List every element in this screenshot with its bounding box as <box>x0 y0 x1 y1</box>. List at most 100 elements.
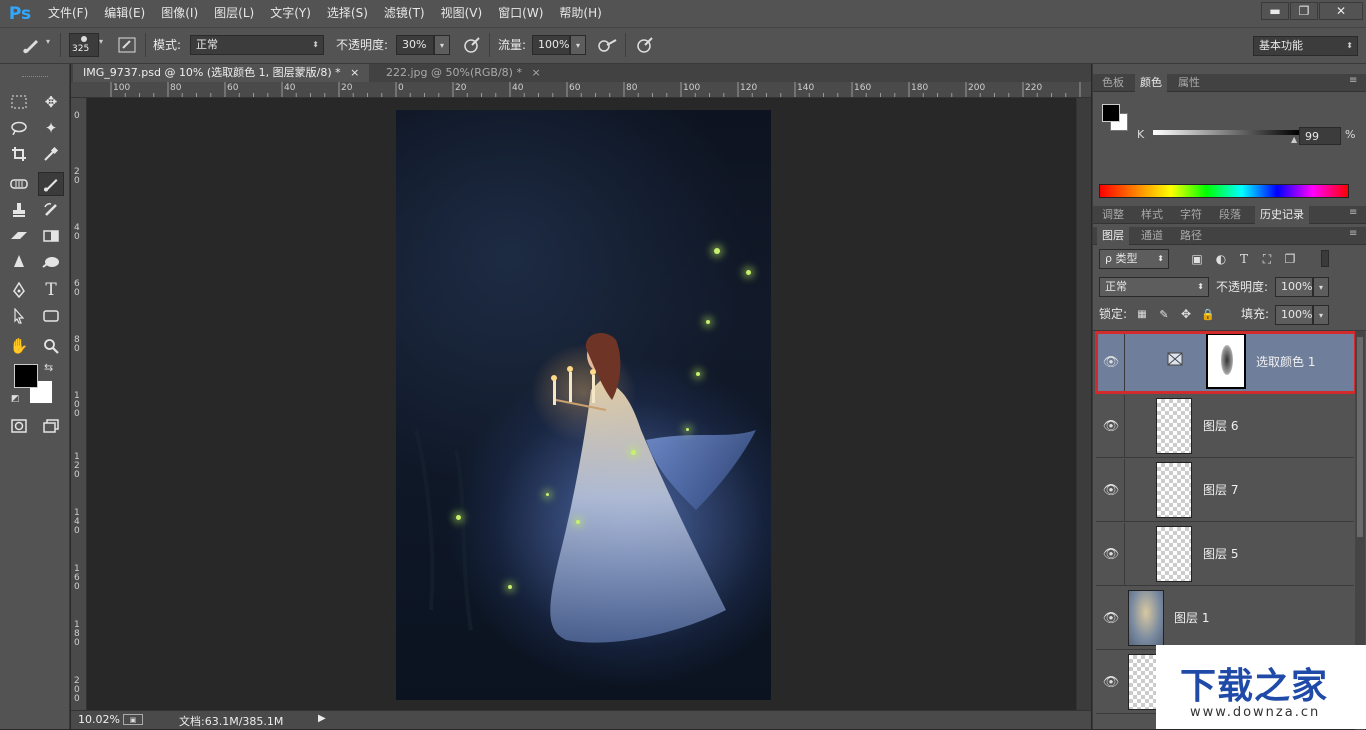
layer-row-selective-color[interactable]: 👁 选取颜色 1 <box>1096 331 1354 394</box>
eraser-tool-icon[interactable] <box>6 224 32 248</box>
layer-mask-thumbnail[interactable] <box>1206 333 1246 389</box>
path-selection-tool-icon[interactable] <box>6 304 32 328</box>
menu-image[interactable]: 图像(I) <box>153 0 206 27</box>
layer-filter-select[interactable]: ρ 类型 ⬍ <box>1099 249 1169 269</box>
k-slider-track[interactable] <box>1153 130 1299 135</box>
visibility-eye-icon[interactable]: 👁 <box>1102 353 1120 371</box>
menu-window[interactable]: 窗口(W) <box>490 0 551 27</box>
tab-properties[interactable]: 属性 <box>1173 74 1205 92</box>
flow-dropdown-button[interactable]: ▾ <box>570 35 586 55</box>
tab-character[interactable]: 字符 <box>1175 206 1207 224</box>
layer-row-5[interactable]: 👁 图层 5 <box>1096 523 1354 586</box>
filter-smartobject-icon[interactable]: ❐ <box>1282 250 1298 268</box>
panel-foreground-swatch[interactable] <box>1102 104 1120 122</box>
workspace-select[interactable]: 基本功能 ⬍ <box>1253 36 1358 56</box>
move-tool-icon[interactable]: ✥ <box>38 90 64 114</box>
color-spectrum-bar[interactable] <box>1099 184 1349 198</box>
visibility-eye-icon[interactable]: 👁 <box>1102 609 1120 627</box>
document-photo[interactable] <box>396 110 771 700</box>
brush-size-picker[interactable]: 325 <box>69 33 99 57</box>
zoom-level[interactable]: 10.02% <box>78 713 120 726</box>
minimize-button[interactable]: ▬ <box>1261 2 1289 20</box>
eyedropper-tool-icon[interactable] <box>38 142 64 166</box>
restore-button[interactable]: ❐ <box>1290 2 1318 20</box>
opacity-input[interactable]: 30% <box>396 35 434 55</box>
brush-preset-icon[interactable] <box>18 34 46 56</box>
default-colors-icon[interactable]: ◩ <box>11 394 20 404</box>
tab-channels[interactable]: 通道 <box>1136 227 1168 245</box>
mode-select[interactable]: 正常 ⬍ <box>190 35 324 55</box>
close-tab-icon[interactable]: × <box>350 66 359 79</box>
status-menu-arrow-icon[interactable]: ▶ <box>318 713 326 724</box>
layer-name[interactable]: 图层 5 <box>1203 545 1238 562</box>
healing-brush-tool-icon[interactable] <box>6 172 32 196</box>
tab-adjustments[interactable]: 调整 <box>1097 206 1129 224</box>
crop-tool-icon[interactable] <box>6 142 32 166</box>
layer-opacity-input[interactable]: 100% <box>1275 277 1313 297</box>
rectangle-tool-icon[interactable] <box>38 304 64 328</box>
filter-adjustment-icon[interactable]: ◐ <box>1213 250 1229 268</box>
tab-color[interactable]: 颜色 <box>1135 74 1167 92</box>
brush-preset-dropdown[interactable]: ▾ <box>46 37 54 51</box>
quick-mask-icon[interactable] <box>6 414 32 438</box>
visibility-eye-icon[interactable]: 👁 <box>1102 481 1120 499</box>
layer-name[interactable]: 图层 6 <box>1203 417 1238 434</box>
menu-layer[interactable]: 图层(L) <box>206 0 262 27</box>
k-value-input[interactable]: 99 <box>1299 127 1341 145</box>
lock-transparency-icon[interactable]: ▦ <box>1135 305 1149 323</box>
layer-row-6[interactable]: 👁 图层 6 <box>1096 395 1354 458</box>
pressure-opacity-icon[interactable] <box>461 35 483 55</box>
clone-stamp-tool-icon[interactable] <box>6 198 32 222</box>
close-tab-icon[interactable]: × <box>531 66 540 79</box>
vertical-scrollbar[interactable] <box>1076 98 1091 710</box>
panel-menu-icon[interactable]: ≡ <box>1349 228 1357 239</box>
layer-name[interactable]: 选取颜色 1 <box>1256 353 1315 370</box>
tab-paragraph[interactable]: 段落 <box>1214 206 1246 224</box>
filter-type-icon[interactable]: T <box>1236 250 1252 268</box>
foreground-color-swatch[interactable] <box>14 364 38 388</box>
visibility-eye-icon[interactable]: 👁 <box>1102 417 1120 435</box>
link-chain-icon[interactable] <box>1198 331 1202 391</box>
lock-all-icon[interactable]: 🔒 <box>1201 305 1215 323</box>
tab-222jpg[interactable]: 222.jpg @ 50%(RGB/8) * × <box>376 64 551 82</box>
magic-wand-tool-icon[interactable]: ✦ <box>38 116 64 140</box>
tab-img9737[interactable]: IMG_9737.psd @ 10% (选取颜色 1, 图层蒙版/8) * × <box>73 64 370 82</box>
opacity-dropdown-button[interactable]: ▾ <box>434 35 450 55</box>
filter-shape-icon[interactable]: ⛶ <box>1259 250 1275 268</box>
filter-toggle-switch[interactable] <box>1321 250 1329 267</box>
tab-swatches[interactable]: 色板 <box>1097 74 1129 92</box>
menu-type[interactable]: 文字(Y) <box>262 0 319 27</box>
lasso-tool-icon[interactable] <box>6 116 32 140</box>
panel-menu-icon[interactable]: ≡ <box>1349 207 1357 218</box>
filter-pixel-icon[interactable]: ▣ <box>1189 250 1205 268</box>
menu-edit[interactable]: 编辑(E) <box>96 0 153 27</box>
menu-select[interactable]: 选择(S) <box>319 0 376 27</box>
swap-colors-icon[interactable]: ⇆ <box>44 361 53 374</box>
fill-input[interactable]: 100% <box>1275 305 1313 325</box>
lock-pixels-icon[interactable]: ✎ <box>1157 305 1171 323</box>
type-tool-icon[interactable]: T <box>38 278 64 302</box>
menu-filter[interactable]: 滤镜(T) <box>376 0 433 27</box>
zoom-tool-icon[interactable] <box>38 334 64 358</box>
layer-row-7[interactable]: 👁 图层 7 <box>1096 459 1354 522</box>
brush-panel-toggle-icon[interactable] <box>115 35 139 55</box>
fill-dropdown[interactable]: ▾ <box>1313 305 1329 325</box>
layer-row-1[interactable]: 👁 图层 1 <box>1096 587 1354 650</box>
quick-info-icon[interactable]: ▣ <box>123 714 143 725</box>
tab-layers[interactable]: 图层 <box>1097 227 1129 245</box>
gradient-tool-icon[interactable] <box>38 224 64 248</box>
visibility-eye-icon[interactable]: 👁 <box>1102 545 1120 563</box>
visibility-eye-icon[interactable]: 👁 <box>1102 673 1120 691</box>
layer-name[interactable]: 图层 1 <box>1174 609 1209 626</box>
close-window-button[interactable]: ✕ <box>1319 2 1363 20</box>
pressure-size-icon[interactable] <box>634 35 656 55</box>
blur-tool-icon[interactable] <box>6 250 32 274</box>
marquee-tool-icon[interactable] <box>6 90 32 114</box>
slider-thumb-icon[interactable]: ▲ <box>1291 135 1297 144</box>
lock-position-icon[interactable]: ✥ <box>1179 305 1193 323</box>
tab-styles[interactable]: 样式 <box>1136 206 1168 224</box>
hand-tool-icon[interactable]: ✋ <box>6 334 32 358</box>
screen-mode-icon[interactable] <box>38 414 64 438</box>
history-brush-tool-icon[interactable] <box>38 198 64 222</box>
menu-view[interactable]: 视图(V) <box>433 0 491 27</box>
